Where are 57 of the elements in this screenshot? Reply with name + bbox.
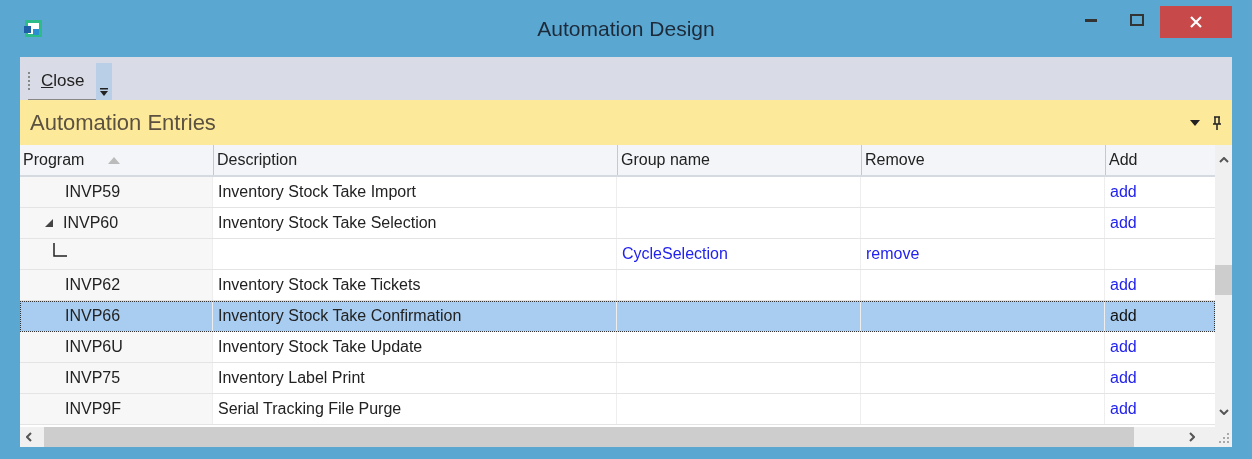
- table-row[interactable]: INVP60 Inventory Stock Take Selection add: [20, 208, 1215, 239]
- app-logo-icon: [22, 17, 44, 40]
- add-link[interactable]: add: [1110, 397, 1137, 421]
- description-cell-text: Serial Tracking File Purge: [218, 399, 402, 419]
- description-cell-text: Inventory Label Print: [218, 368, 365, 388]
- column-header[interactable]: Group name: [617, 145, 861, 175]
- table-row[interactable]: INVP66 Inventory Stock Take Confirmation add: [20, 301, 1215, 332]
- toolbar-overflow-button[interactable]: [96, 62, 113, 100]
- program-cell-text: INVP6U: [65, 337, 123, 357]
- close-icon: [1189, 15, 1203, 29]
- scroll-left-icon[interactable]: [26, 432, 32, 442]
- description-cell-text: Inventory Stock Take Update: [218, 337, 423, 357]
- vertical-scrollbar[interactable]: [1215, 145, 1232, 427]
- program-cell-text: INVP9F: [65, 399, 121, 419]
- scroll-thumb[interactable]: [1215, 265, 1232, 295]
- expander-icon[interactable]: [45, 219, 53, 227]
- remove-link[interactable]: remove: [866, 242, 920, 266]
- sort-ascending-icon: [108, 156, 121, 164]
- program-cell-text: INVP66: [65, 306, 121, 326]
- column-header[interactable]: Description: [213, 145, 617, 175]
- close-button[interactable]: Close: [41, 68, 97, 94]
- tree-line-icon: [53, 243, 67, 257]
- window-title: Automation Design: [537, 15, 715, 42]
- maximize-icon: [1130, 14, 1144, 26]
- add-link[interactable]: add: [1110, 304, 1137, 328]
- column-header[interactable]: Remove: [861, 145, 1105, 175]
- description-cell-text: Inventory Stock Take Import: [218, 182, 416, 202]
- panel-title: Automation Entries: [30, 109, 216, 137]
- close-window-button[interactable]: [1160, 6, 1232, 38]
- grip-icon[interactable]: [28, 71, 31, 91]
- add-link[interactable]: add: [1110, 335, 1137, 359]
- table-row[interactable]: INVP9F Serial Tracking File Purge add: [20, 394, 1215, 425]
- table-row[interactable]: CycleSelection remove: [20, 239, 1215, 270]
- pin-icon[interactable]: [1212, 115, 1222, 130]
- scroll-down-icon[interactable]: [1218, 409, 1229, 415]
- add-link[interactable]: add: [1110, 366, 1137, 390]
- add-link[interactable]: add: [1110, 273, 1137, 297]
- table-row[interactable]: INVP75 Inventory Label Print add: [20, 363, 1215, 394]
- add-link[interactable]: add: [1110, 211, 1137, 235]
- minimize-icon: [1085, 18, 1097, 22]
- table-row[interactable]: INVP59 Inventory Stock Take Import add: [20, 177, 1215, 208]
- description-cell-text: Inventory Stock Take Selection: [218, 213, 437, 233]
- program-cell-text: INVP59: [65, 182, 121, 202]
- description-cell-text: Inventory Stock Take Confirmation: [218, 306, 462, 326]
- program-cell-text: INVP75: [65, 368, 121, 388]
- table-row[interactable]: INVP6U Inventory Stock Take Update add: [20, 332, 1215, 363]
- overflow-icon: [100, 87, 109, 96]
- scroll-right-icon[interactable]: [1189, 432, 1195, 442]
- program-cell-text: INVP60: [63, 213, 119, 233]
- table-row[interactable]: INVP62 Inventory Stock Take Tickets add: [20, 270, 1215, 301]
- description-cell-text: Inventory Stock Take Tickets: [218, 275, 421, 295]
- group-name-link[interactable]: CycleSelection: [622, 242, 728, 266]
- scroll-up-icon[interactable]: [1218, 157, 1229, 163]
- add-link[interactable]: add: [1110, 180, 1137, 204]
- column-header[interactable]: Program: [20, 145, 213, 175]
- dropdown-icon[interactable]: [1190, 119, 1200, 126]
- program-cell-text: INVP62: [65, 275, 121, 295]
